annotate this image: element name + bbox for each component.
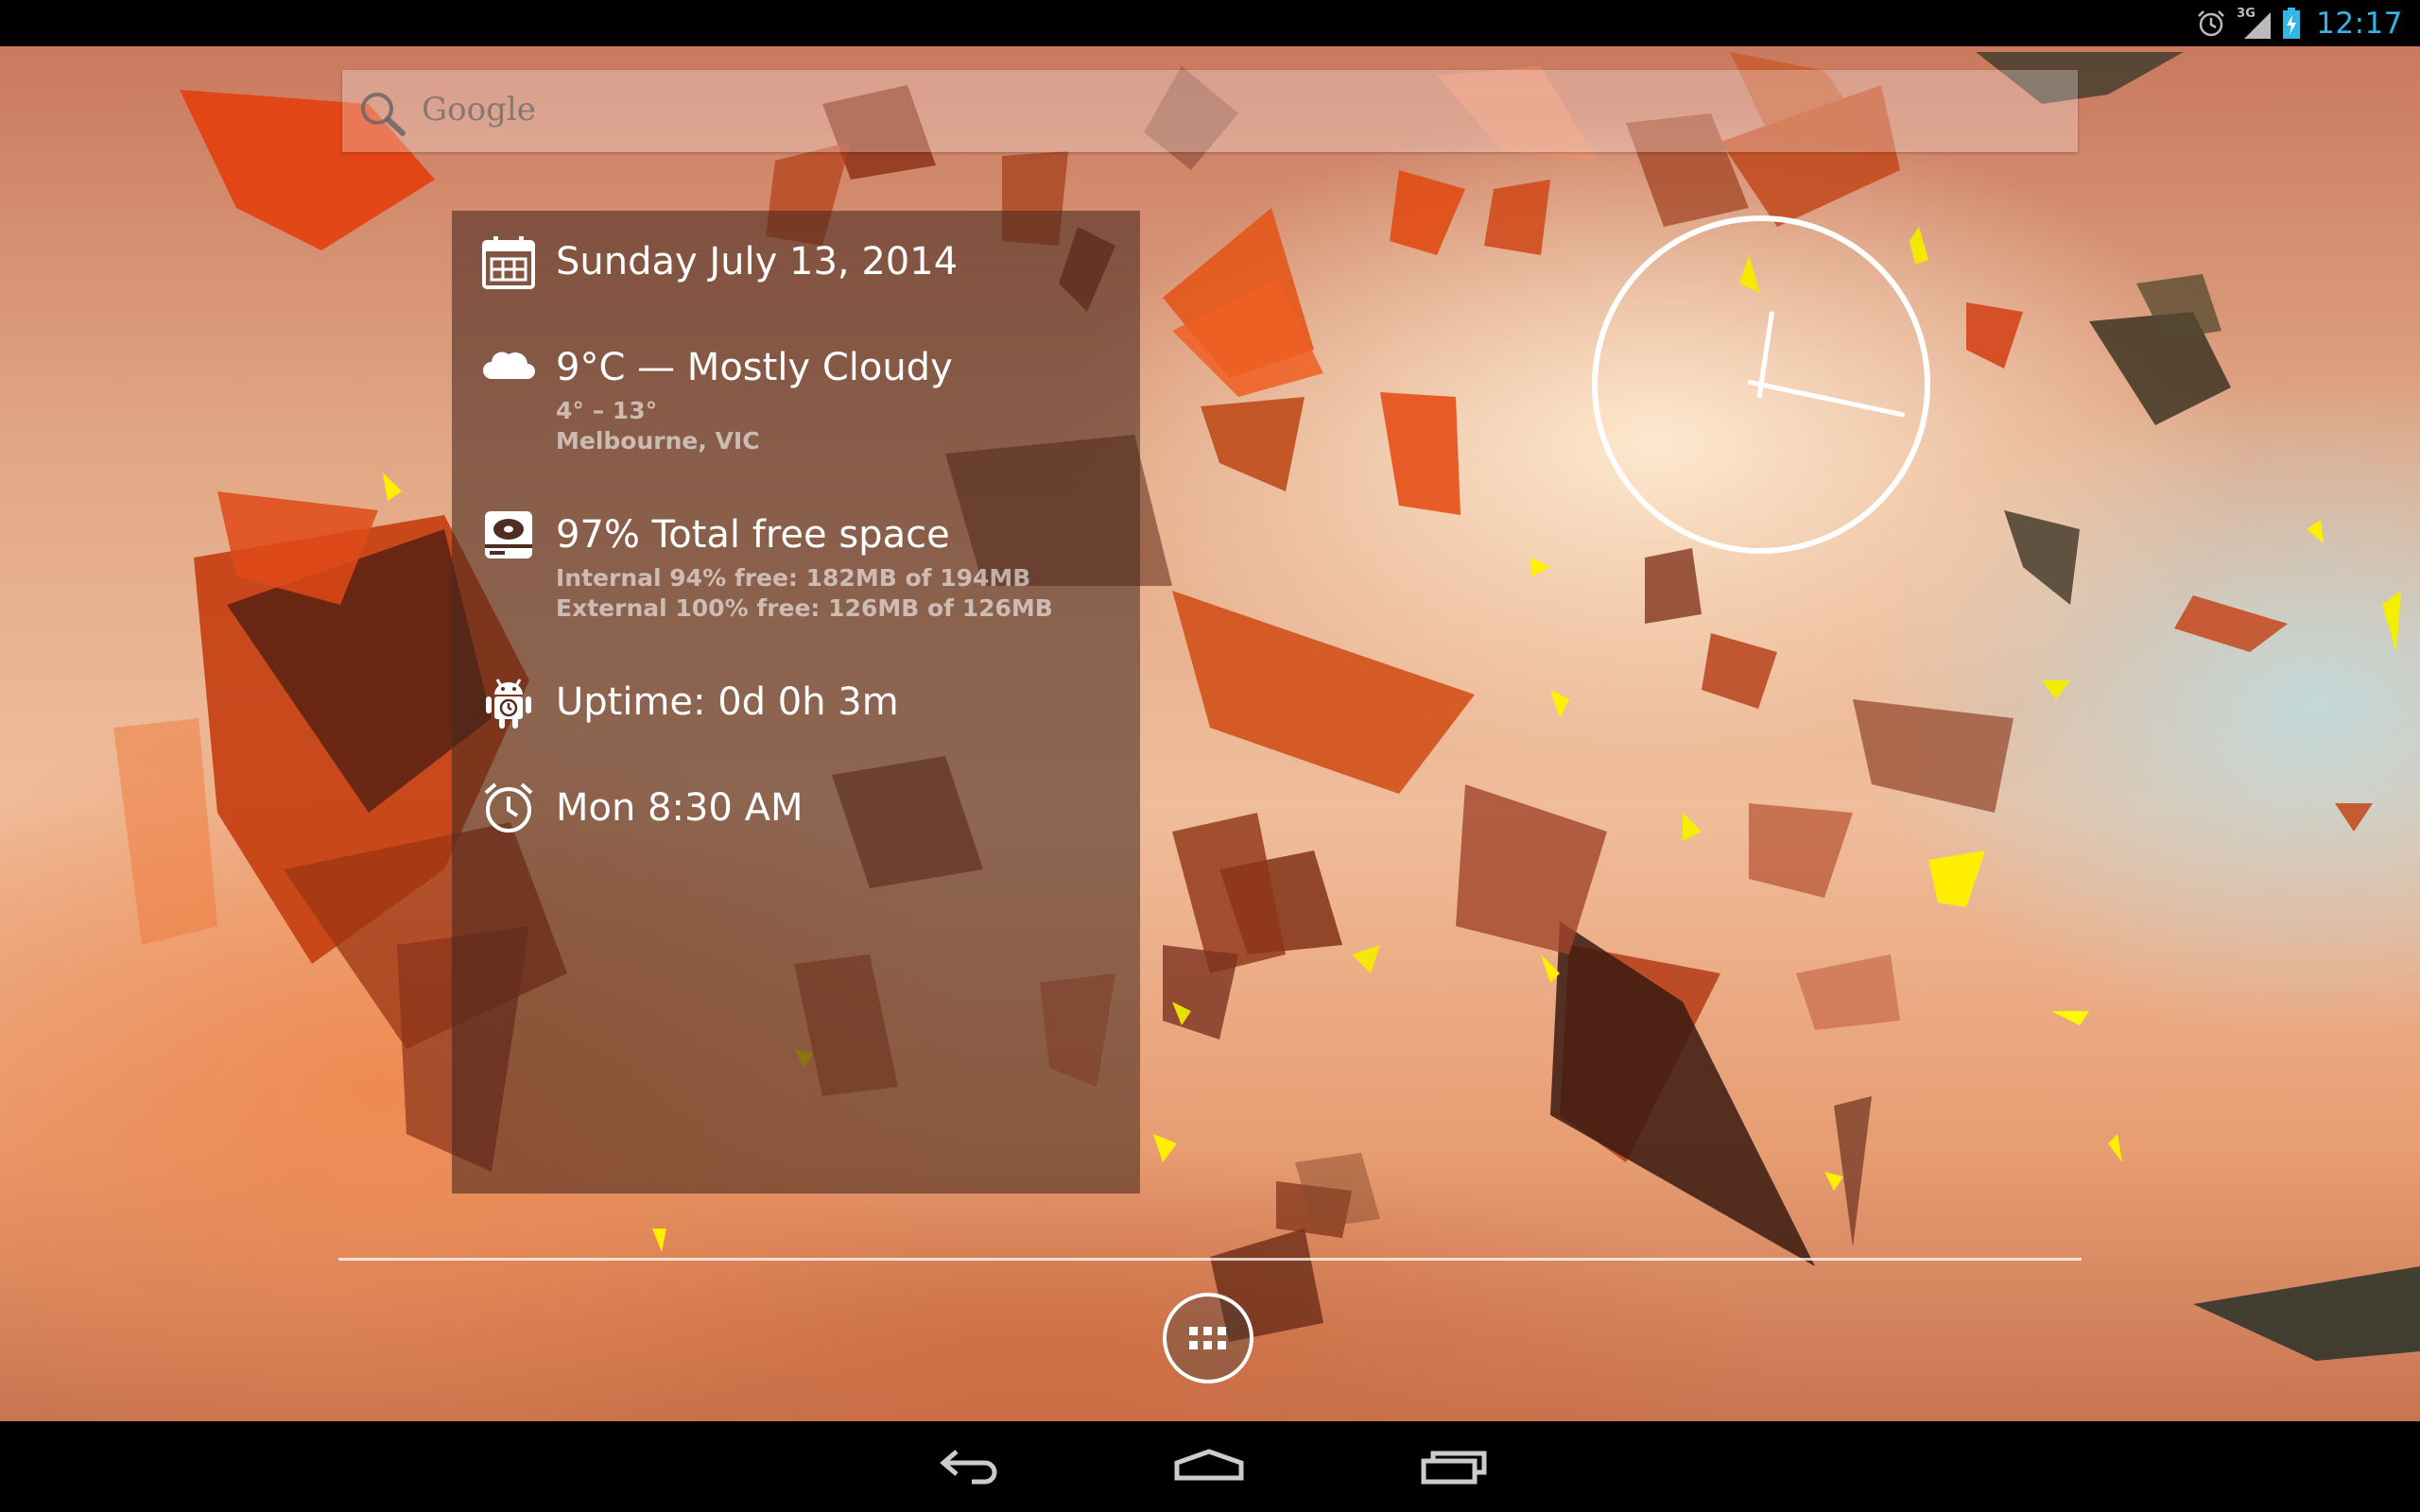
search-icon — [357, 89, 408, 142]
app-drawer-button[interactable] — [1163, 1293, 1253, 1383]
search-bar[interactable]: Google — [342, 70, 2078, 152]
wallpaper — [0, 46, 2420, 1421]
date-row[interactable]: Sunday July 13, 2014 — [480, 233, 958, 290]
home-screen: 3G 12:17 Google Sunday July 13, 2014 9°C… — [0, 0, 2420, 1512]
recents-icon — [1421, 1451, 1487, 1485]
weather-row[interactable]: 9°C — Mostly Cloudy 4° – 13° Melbourne, … — [480, 339, 953, 456]
calendar-icon — [480, 233, 537, 290]
weather-range: 4° – 13° — [556, 397, 658, 424]
wallpaper-shards — [113, 52, 2420, 1361]
recents-button[interactable] — [1402, 1438, 1506, 1495]
back-button[interactable] — [916, 1438, 1020, 1495]
date-text: Sunday July 13, 2014 — [556, 240, 959, 284]
alarm-clock-icon — [480, 780, 537, 836]
storage-external-text: External 100% free: 126MB of 126MB — [556, 594, 1053, 622]
storage-internal-text: Internal 94% free: 182MB of 194MB — [556, 564, 1031, 592]
search-placeholder: Google — [422, 91, 536, 129]
status-bar: 3G 12:17 — [0, 0, 2420, 46]
navigation-bar — [0, 1421, 2420, 1512]
status-icons: 3G 12:17 — [2195, 0, 2403, 46]
weather-location: Melbourne, VIC — [556, 427, 760, 455]
storage-row[interactable]: 97% Total free space Internal 94% free: … — [480, 507, 1053, 624]
signal-icon: 3G — [2237, 7, 2273, 41]
cloud-icon — [480, 339, 537, 396]
alarm-row[interactable]: Mon 8:30 AM — [480, 780, 803, 836]
storage-icon — [480, 507, 537, 563]
battery-charging-icon — [2282, 7, 2301, 40]
status-clock: 12:17 — [2316, 6, 2403, 41]
storage-total-text: 97% Total free space — [556, 513, 950, 557]
clock-minute-hand — [1747, 379, 1906, 418]
alarm-text: Mon 8:30 AM — [556, 786, 804, 830]
info-widget[interactable]: Sunday July 13, 2014 9°C — Mostly Cloudy… — [452, 211, 1140, 1194]
dock-divider — [338, 1258, 2082, 1261]
uptime-text: Uptime: 0d 0h 3m — [556, 680, 899, 724]
weather-text: 9°C — Mostly Cloudy — [556, 346, 953, 389]
home-icon — [1174, 1449, 1244, 1481]
alarm-icon — [2195, 8, 2227, 40]
analog-clock-widget[interactable] — [1588, 212, 1934, 561]
home-button[interactable] — [1157, 1438, 1261, 1495]
apps-grid-icon — [1189, 1327, 1226, 1349]
back-icon — [940, 1450, 997, 1485]
android-uptime-icon — [480, 674, 537, 730]
uptime-row[interactable]: Uptime: 0d 0h 3m — [480, 674, 899, 730]
